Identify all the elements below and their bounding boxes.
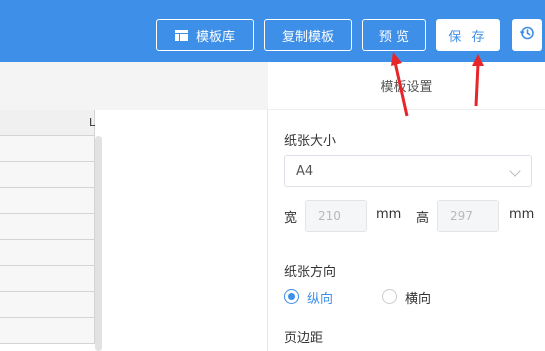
paper-size-value: A4	[296, 163, 314, 179]
column-header-l[interactable]: L	[0, 110, 95, 136]
width-value: 210	[318, 209, 341, 223]
preview-label: 预 览	[378, 29, 410, 45]
sheet-grid[interactable]	[0, 136, 95, 351]
portrait-radio[interactable]	[284, 289, 299, 304]
height-label: 高	[416, 211, 430, 226]
portrait-label[interactable]: 纵向	[307, 288, 333, 307]
paper-size-label: 纸张大小	[284, 134, 337, 149]
width-input[interactable]: 210	[305, 200, 367, 232]
landscape-radio[interactable]	[382, 289, 397, 304]
grid-row[interactable]	[0, 214, 95, 240]
grid-row[interactable]	[0, 188, 95, 214]
grid-row[interactable]	[0, 266, 95, 292]
grid-row[interactable]	[0, 136, 95, 162]
top-toolbar: 模板库 复制模板 预 览 保 存	[0, 0, 545, 62]
history-icon	[519, 25, 535, 45]
margin-label: 页边距	[284, 331, 324, 346]
grid-row[interactable]	[0, 292, 95, 318]
width-unit: mm	[376, 207, 402, 222]
grid-row[interactable]	[0, 318, 95, 344]
grid-row[interactable]	[0, 162, 95, 188]
column-header-label: L	[88, 116, 96, 129]
landscape-label[interactable]: 横向	[405, 288, 431, 307]
template-library-button[interactable]: 模板库	[156, 19, 254, 51]
sheet-editor: L	[0, 62, 268, 351]
sheet-toolbar-area	[0, 62, 268, 110]
copy-template-label: 复制模板	[281, 29, 334, 45]
height-input[interactable]: 297	[437, 200, 499, 232]
paper-size-select[interactable]: A4	[284, 155, 532, 187]
height-value: 297	[450, 209, 473, 223]
height-unit: mm	[509, 207, 535, 222]
annotation-arrow-icon	[472, 54, 484, 107]
vertical-scrollbar[interactable]	[95, 136, 102, 351]
width-label: 宽	[284, 211, 298, 226]
save-button[interactable]: 保 存	[436, 19, 500, 51]
chevron-down-icon	[509, 165, 521, 177]
template-icon	[174, 29, 188, 41]
copy-template-button[interactable]: 复制模板	[264, 19, 352, 51]
annotation-arrow-icon	[391, 52, 409, 117]
save-label: 保 存	[448, 29, 488, 45]
template-library-label: 模板库	[195, 29, 235, 45]
grid-row[interactable]	[0, 240, 95, 266]
orientation-label: 纸张方向	[284, 265, 337, 280]
history-button[interactable]	[512, 19, 542, 51]
preview-button[interactable]: 预 览	[362, 19, 426, 51]
